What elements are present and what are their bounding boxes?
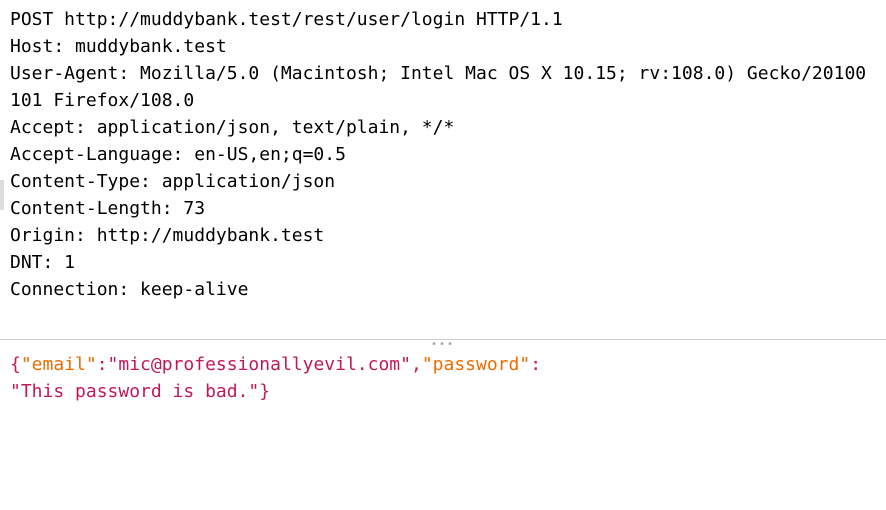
header-accept: Accept: application/json, text/plain, */… xyxy=(10,117,454,138)
request-body-pane[interactable]: •••{"email":"mic@professionallyevil.com"… xyxy=(0,340,886,411)
json-colon-2: : xyxy=(530,354,541,375)
header-user-agent: User-Agent: Mozilla/5.0 (Macintosh; Inte… xyxy=(10,63,866,111)
header-dnt: DNT: 1 xyxy=(10,252,75,273)
request-line: POST http://muddybank.test/rest/user/log… xyxy=(10,9,563,30)
json-comma: , xyxy=(411,354,422,375)
header-host: Host: muddybank.test xyxy=(10,36,227,57)
json-key-email: "email" xyxy=(21,354,97,375)
header-origin: Origin: http://muddybank.test xyxy=(10,225,324,246)
pane-divider-grip-icon[interactable]: ••• xyxy=(431,337,455,352)
json-close-brace: } xyxy=(259,381,270,402)
json-value-password: "This password is bad." xyxy=(10,381,259,402)
json-open-brace: { xyxy=(10,354,21,375)
request-headers-pane[interactable]: POST http://muddybank.test/rest/user/log… xyxy=(0,0,886,340)
header-content-length: Content-Length: 73 xyxy=(10,198,205,219)
header-content-type: Content-Type: application/json xyxy=(10,171,335,192)
header-connection: Connection: keep-alive xyxy=(10,279,248,300)
header-accept-language: Accept-Language: en-US,en;q=0.5 xyxy=(10,144,346,165)
left-resize-handle[interactable] xyxy=(0,180,4,210)
json-colon: : xyxy=(97,354,108,375)
json-value-email: "mic@professionallyevil.com" xyxy=(108,354,411,375)
json-key-password: "password" xyxy=(422,354,530,375)
